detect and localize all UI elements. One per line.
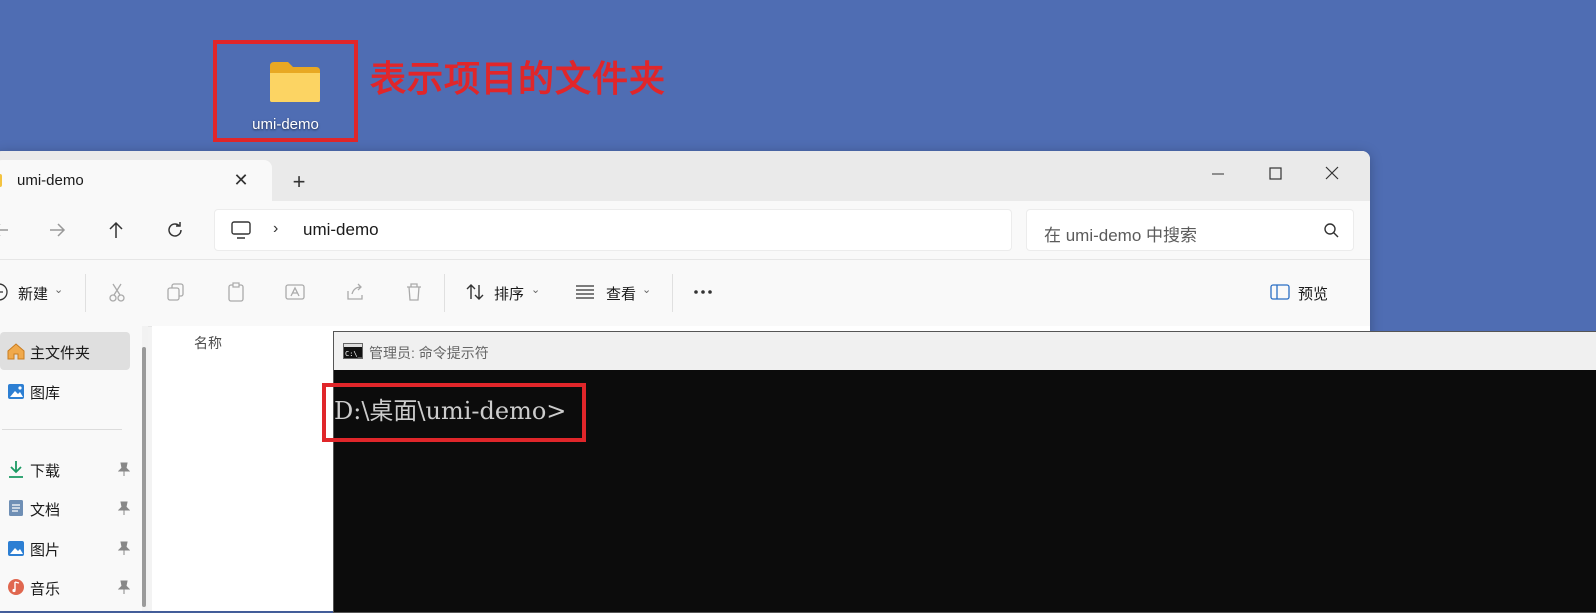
address-path[interactable]: umi-demo (303, 220, 379, 240)
download-icon (9, 461, 23, 478)
sidebar-item-label: 音乐 (30, 581, 61, 598)
view-icon[interactable] (574, 281, 596, 303)
sidebar-item-label: 图片 (30, 542, 61, 559)
folder-icon (270, 62, 320, 102)
music-icon (8, 579, 24, 595)
paste-icon[interactable] (225, 281, 247, 303)
tab-title: umi-demo (17, 172, 84, 189)
terminal-icon: C:\_ (343, 343, 363, 359)
new-button[interactable]: 新建 (18, 283, 48, 304)
more-options-icon[interactable] (692, 281, 714, 303)
sort-icon[interactable] (464, 281, 486, 303)
address-bar[interactable]: › umi-demo (214, 209, 1012, 251)
desktop-folder-label: umi-demo (252, 116, 319, 133)
pin-icon[interactable] (118, 541, 130, 555)
forward-arrow-icon[interactable] (46, 219, 68, 241)
new-tab-button[interactable]: + (288, 171, 310, 193)
sidebar-item-label: 下载 (30, 463, 61, 480)
preview-pane-icon[interactable] (1269, 281, 1291, 303)
preview-button[interactable]: 预览 (1298, 283, 1328, 304)
search-icon[interactable] (1323, 222, 1339, 238)
share-icon[interactable] (344, 281, 366, 303)
sidebar-divider (2, 429, 122, 430)
sidebar-item-label: 主文件夹 (30, 345, 91, 362)
sidebar-item-music[interactable]: 音乐 (0, 568, 130, 606)
sidebar-item-downloads[interactable]: 下载 (0, 450, 130, 488)
command-prompt-window[interactable]: C:\_ 管理员: 命令提示符 D:\桌面\umi-demo> (333, 331, 1596, 613)
sidebar-item-pictures[interactable]: 图片 (0, 529, 130, 567)
tab-umi-demo[interactable]: umi-demo ✕ (0, 160, 272, 201)
pin-icon[interactable] (118, 580, 130, 594)
refresh-icon[interactable] (164, 219, 186, 241)
sort-button[interactable]: 排序 (494, 283, 524, 304)
sidebar-item-label: 图库 (30, 385, 61, 402)
chevron-right-icon[interactable]: › (273, 220, 278, 238)
gallery-icon (8, 384, 24, 399)
sidebar-item-label: 文档 (30, 502, 61, 519)
search-placeholder[interactable]: 在 umi-demo 中搜索 (1044, 221, 1197, 246)
document-icon (9, 500, 23, 516)
command-bar: 新建 ⌄ 排序 ⌄ 查看 ⌄ 预览 (0, 259, 1370, 327)
prompt-highlight-box (322, 383, 586, 442)
back-arrow-icon[interactable] (0, 219, 12, 241)
chevron-down-icon[interactable]: ⌄ (531, 283, 540, 296)
cmd-window-title: 管理员: 命令提示符 (369, 345, 489, 361)
sidebar-item-documents[interactable]: 文档 (0, 489, 130, 527)
annotation-text: 表示项目的文件夹 (370, 59, 667, 100)
toolbar-divider (85, 274, 86, 312)
computer-icon (231, 221, 251, 239)
svg-text:C:\_: C:\_ (345, 350, 363, 358)
pin-icon[interactable] (118, 462, 130, 476)
scrollbar-thumb[interactable] (142, 347, 146, 607)
pin-icon[interactable] (118, 501, 130, 515)
maximize-button[interactable] (1263, 163, 1287, 183)
chevron-down-icon[interactable]: ⌄ (54, 283, 63, 296)
folder-icon (0, 174, 2, 187)
new-plus-icon[interactable] (0, 281, 10, 303)
rename-icon[interactable] (284, 281, 306, 303)
sidebar-item-gallery[interactable]: 图库 (0, 372, 130, 410)
up-arrow-icon[interactable] (105, 219, 127, 241)
navigation-pane: 主文件夹 图库 下载 文档 图片 音乐 (0, 326, 142, 611)
navigation-bar: › umi-demo 在 umi-demo 中搜索 (0, 201, 1370, 259)
tab-strip: umi-demo ✕ + (0, 151, 1370, 201)
sidebar-item-home[interactable]: 主文件夹 (0, 332, 130, 370)
toolbar-divider (672, 274, 673, 312)
view-button[interactable]: 查看 (606, 283, 636, 304)
delete-icon[interactable] (403, 281, 425, 303)
column-header-name[interactable]: 名称 (194, 333, 222, 353)
minimize-button[interactable] (1206, 163, 1230, 183)
home-icon (7, 343, 25, 360)
picture-icon (8, 541, 24, 556)
close-tab-icon[interactable]: ✕ (232, 171, 250, 189)
desktop-folder-umi-demo[interactable]: umi-demo (213, 40, 358, 142)
copy-icon[interactable] (165, 281, 187, 303)
toolbar-divider (444, 274, 445, 312)
cmd-titlebar[interactable]: C:\_ 管理员: 命令提示符 (334, 332, 1596, 370)
cut-icon[interactable] (106, 281, 128, 303)
search-box[interactable]: 在 umi-demo 中搜索 (1026, 209, 1354, 251)
close-window-button[interactable] (1320, 163, 1344, 183)
chevron-down-icon[interactable]: ⌄ (642, 283, 651, 296)
